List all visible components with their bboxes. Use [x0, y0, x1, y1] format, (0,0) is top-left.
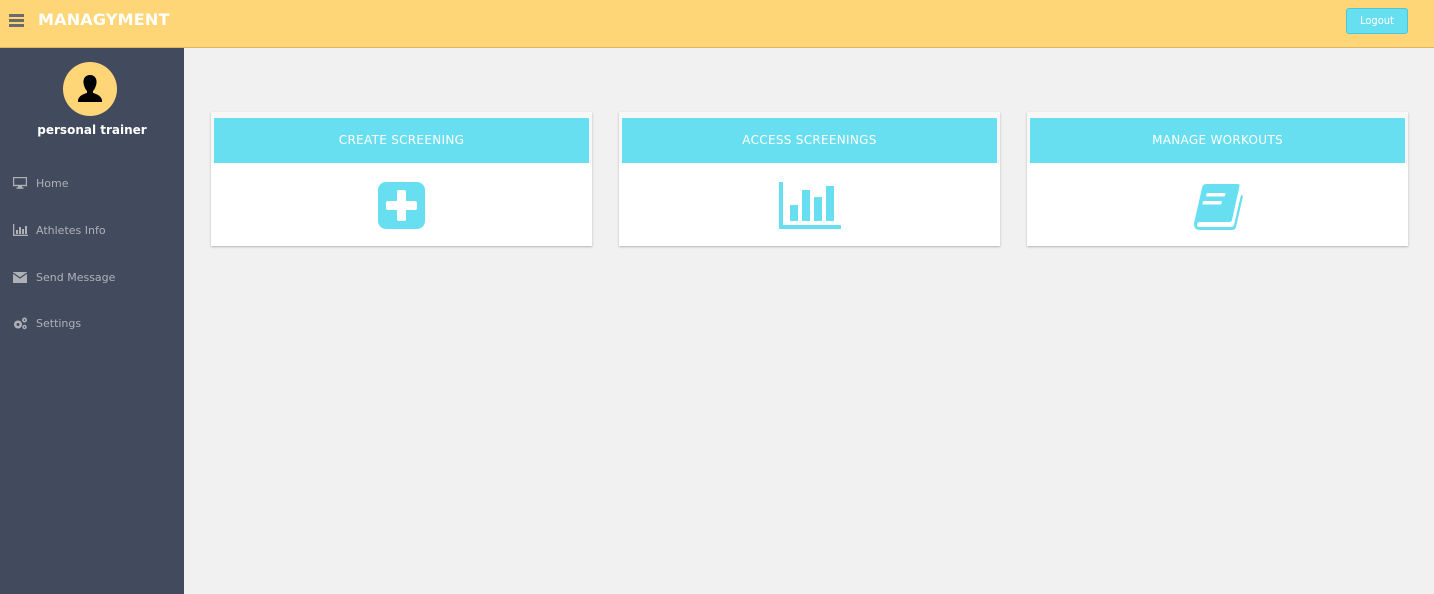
- main-content: CREATE SCREENING ACCESS SCREENINGS MANAG…: [184, 48, 1434, 594]
- sidebar-item-athletes-info[interactable]: Athletes Info: [0, 218, 184, 242]
- card-title: CREATE SCREENING: [214, 118, 589, 163]
- sidebar-item-send-message[interactable]: Send Message: [0, 265, 184, 289]
- desktop-icon: [13, 176, 29, 190]
- access-screenings-card[interactable]: ACCESS SCREENINGS: [619, 112, 1000, 246]
- app-title: MANAGYMENT: [38, 10, 170, 29]
- avatar[interactable]: [63, 62, 117, 116]
- create-screening-card[interactable]: CREATE SCREENING: [211, 112, 592, 246]
- cogs-icon: [13, 316, 29, 330]
- sidebar-item-home[interactable]: Home: [0, 171, 184, 195]
- profile-name: personal trainer: [37, 123, 147, 137]
- hamburger-icon[interactable]: [9, 14, 24, 27]
- sidebar-item-label: Home: [36, 176, 69, 190]
- plus-square-icon: [377, 182, 425, 229]
- sidebar-item-label: Athletes Info: [36, 223, 106, 237]
- card-title: ACCESS SCREENINGS: [622, 118, 997, 163]
- bar-chart-icon: [778, 182, 841, 229]
- logout-button[interactable]: Logout: [1346, 8, 1408, 34]
- card-title: MANAGE WORKOUTS: [1030, 118, 1405, 163]
- user-icon: [78, 75, 102, 102]
- bar-chart-icon: [13, 223, 29, 237]
- envelope-icon: [13, 270, 29, 284]
- sidebar: personal trainer Home Athletes Info Send…: [0, 48, 184, 594]
- sidebar-item-settings[interactable]: Settings: [0, 311, 184, 335]
- manage-workouts-card[interactable]: MANAGE WORKOUTS: [1027, 112, 1408, 246]
- top-bar: MANAGYMENT Logout: [0, 0, 1434, 48]
- sidebar-item-label: Send Message: [36, 270, 116, 284]
- sidebar-item-label: Settings: [36, 316, 82, 330]
- book-icon: [1193, 184, 1243, 230]
